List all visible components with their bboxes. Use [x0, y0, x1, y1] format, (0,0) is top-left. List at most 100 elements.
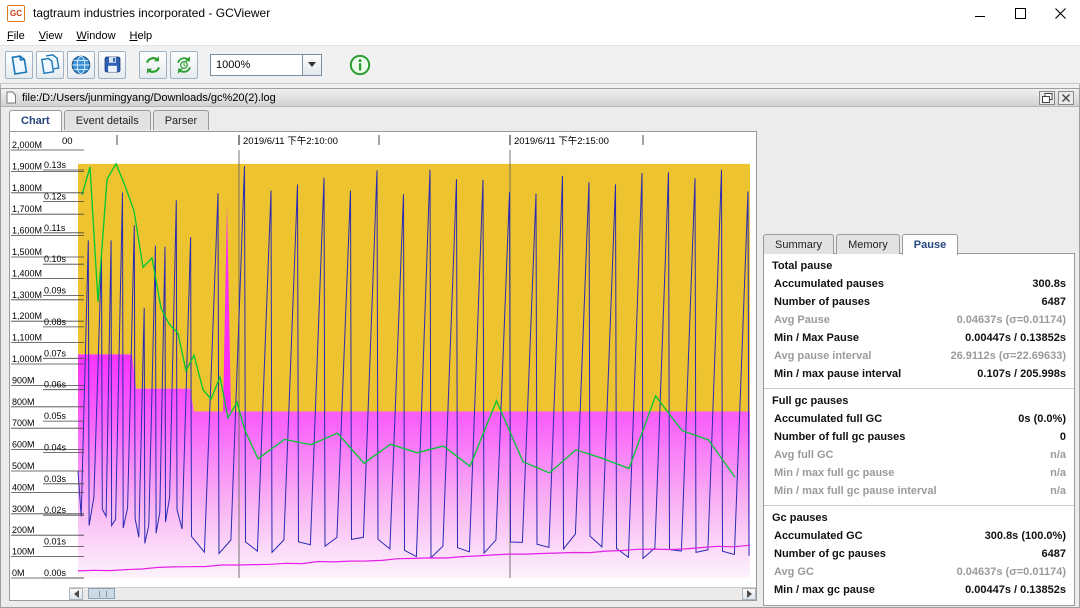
- svg-text:500M: 500M: [12, 461, 35, 471]
- minimize-icon: [974, 15, 985, 17]
- stat-row: Avg GC 0.04637s (σ=0.01174): [764, 563, 1074, 581]
- section-title: Gc pauses: [772, 512, 828, 524]
- scroll-left-button[interactable]: [69, 588, 83, 600]
- frame-close-button[interactable]: [1058, 90, 1074, 105]
- svg-text:0.10s: 0.10s: [44, 254, 67, 264]
- right-panel-tabs: Summary Memory Pause: [763, 234, 960, 255]
- stat-label: Accumulated pauses: [774, 277, 885, 290]
- svg-text:2,000M: 2,000M: [12, 140, 42, 150]
- svg-text:0.04s: 0.04s: [44, 443, 67, 453]
- svg-text:1,100M: 1,100M: [12, 333, 42, 343]
- stat-label: Min / max full gc pause: [774, 466, 895, 479]
- stats-section: Full gc pauses Accumulated full GC 0s (0.0…: [764, 388, 1074, 505]
- svg-text:0.12s: 0.12s: [44, 191, 67, 201]
- tab-parser[interactable]: Parser: [152, 110, 210, 130]
- stat-value: 0.00447s / 0.13852s: [965, 331, 1066, 344]
- stat-value: 0.107s / 205.998s: [977, 367, 1066, 380]
- svg-text:0.09s: 0.09s: [44, 286, 67, 296]
- open-files-icon: [40, 54, 59, 75]
- open-url-button[interactable]: [67, 50, 95, 79]
- info-button[interactable]: [346, 51, 374, 79]
- chart-horizontal-scrollbar: [69, 587, 756, 600]
- chart-panel: 00 2019/6/11 下午2:10:00 2019/6/11 下午2:15:00…: [9, 131, 757, 601]
- menu-mnemonic: H: [129, 29, 138, 42]
- stat-value: n/a: [1050, 466, 1066, 479]
- stat-row: Number of pauses 6487: [764, 293, 1074, 311]
- tab-summary[interactable]: Summary: [763, 234, 835, 254]
- stat-row: Min / max full gc pause interval n/a: [764, 482, 1074, 500]
- gcviewer-window: { "window": { "title": "tagtraum industr…: [0, 0, 1080, 608]
- stat-label: Avg full GC: [774, 448, 834, 461]
- zoom-dropdown-button[interactable]: [303, 53, 322, 76]
- watch-button[interactable]: [170, 50, 198, 79]
- stats-section: Gc pauses Accumulated GC 300.8s (100.0%) Nu…: [764, 505, 1074, 604]
- svg-text:1,800M: 1,800M: [12, 183, 42, 193]
- stat-label: Min / max pause interval: [774, 367, 902, 380]
- total-heap-area: [78, 163, 750, 412]
- scroll-right-button[interactable]: [742, 588, 756, 600]
- stats-section: Total pause Accumulated pauses 300.8s Numbe…: [764, 254, 1074, 388]
- toolbar: 1000%: [0, 45, 1080, 84]
- tab-memory[interactable]: Memory: [836, 234, 900, 254]
- open-watched-file-button[interactable]: [36, 50, 64, 79]
- svg-text:0.00s: 0.00s: [44, 568, 67, 578]
- stat-row: Accumulated pauses 300.8s: [764, 275, 1074, 293]
- export-button[interactable]: [98, 50, 126, 79]
- stat-row: Accumulated GC 300.8s (100.0%): [764, 527, 1074, 545]
- tab-event-details[interactable]: Event details: [63, 110, 151, 130]
- stat-row: Min / max gc pause 0.00447s / 0.13852s: [764, 581, 1074, 599]
- stat-value: 6487: [1041, 547, 1066, 560]
- section-title: Total pause: [772, 260, 833, 272]
- right-panel-content: Total pause Accumulated pauses 300.8s Numbe…: [763, 253, 1075, 606]
- menu-item-window[interactable]: Window: [69, 28, 122, 44]
- scrollbar-track[interactable]: [83, 588, 742, 600]
- frame-restore-button[interactable]: [1039, 90, 1055, 105]
- minimize-button[interactable]: [960, 0, 1000, 26]
- zoom-value-field[interactable]: 1000%: [210, 53, 303, 76]
- refresh-button[interactable]: [139, 50, 167, 79]
- stat-value: 0s (0.0%): [1018, 412, 1066, 425]
- svg-text:0.02s: 0.02s: [44, 505, 67, 515]
- stat-row: Number of full gc pauses 0: [764, 428, 1074, 446]
- document-icon: [6, 91, 16, 104]
- frame-controls: [1039, 90, 1074, 105]
- x-axis-label: 2019/6/11 下午2:15:00: [514, 135, 609, 147]
- document-frame: file:/D:/Users/junmingyang/Downloads/gc%…: [0, 88, 1080, 608]
- triangle-right-icon: [746, 590, 752, 598]
- tab-pause[interactable]: Pause: [901, 234, 959, 255]
- stat-label: Avg GC: [774, 565, 814, 578]
- stat-row: Accumulated full GC 0s (0.0%): [764, 410, 1074, 428]
- svg-text:700M: 700M: [12, 418, 35, 428]
- tab-chart[interactable]: Chart: [9, 110, 62, 131]
- zoom-combobox[interactable]: 1000%: [210, 53, 322, 76]
- svg-text:1,200M: 1,200M: [12, 311, 42, 321]
- main-tabs: Chart Event details Parser: [9, 110, 211, 131]
- svg-text:0.07s: 0.07s: [44, 348, 67, 358]
- stat-label: Accumulated full GC: [774, 412, 883, 425]
- menubar: File View Window Help: [0, 26, 1080, 45]
- svg-text:1,700M: 1,700M: [12, 204, 42, 214]
- stat-label: Number of pauses: [774, 295, 870, 308]
- menu-item-file[interactable]: File: [0, 28, 32, 44]
- app-logo-icon: GC: [7, 4, 25, 22]
- maximize-icon: [1014, 7, 1026, 19]
- scrollbar-thumb[interactable]: [88, 588, 115, 599]
- stat-label: Number of full gc pauses: [774, 430, 906, 443]
- svg-text:0.01s: 0.01s: [44, 537, 67, 547]
- menu-item-view[interactable]: View: [32, 28, 70, 44]
- svg-text:0.03s: 0.03s: [44, 474, 67, 484]
- menu-item-help[interactable]: Help: [123, 28, 160, 44]
- svg-text:0.11s: 0.11s: [44, 223, 66, 233]
- maximize-button[interactable]: [1000, 0, 1040, 26]
- stat-row: Number of gc pauses 6487: [764, 545, 1074, 563]
- stat-label: Number of gc pauses: [774, 547, 886, 560]
- svg-text:0.06s: 0.06s: [44, 380, 67, 390]
- svg-text:800M: 800M: [12, 397, 35, 407]
- stat-value: 0: [1059, 430, 1066, 443]
- svg-text:0.13s: 0.13s: [44, 160, 67, 170]
- svg-text:1,600M: 1,600M: [12, 226, 42, 236]
- svg-text:1,300M: 1,300M: [12, 290, 42, 300]
- open-file-button[interactable]: [5, 50, 33, 79]
- close-button[interactable]: [1040, 0, 1080, 26]
- stat-value: n/a: [1050, 484, 1066, 497]
